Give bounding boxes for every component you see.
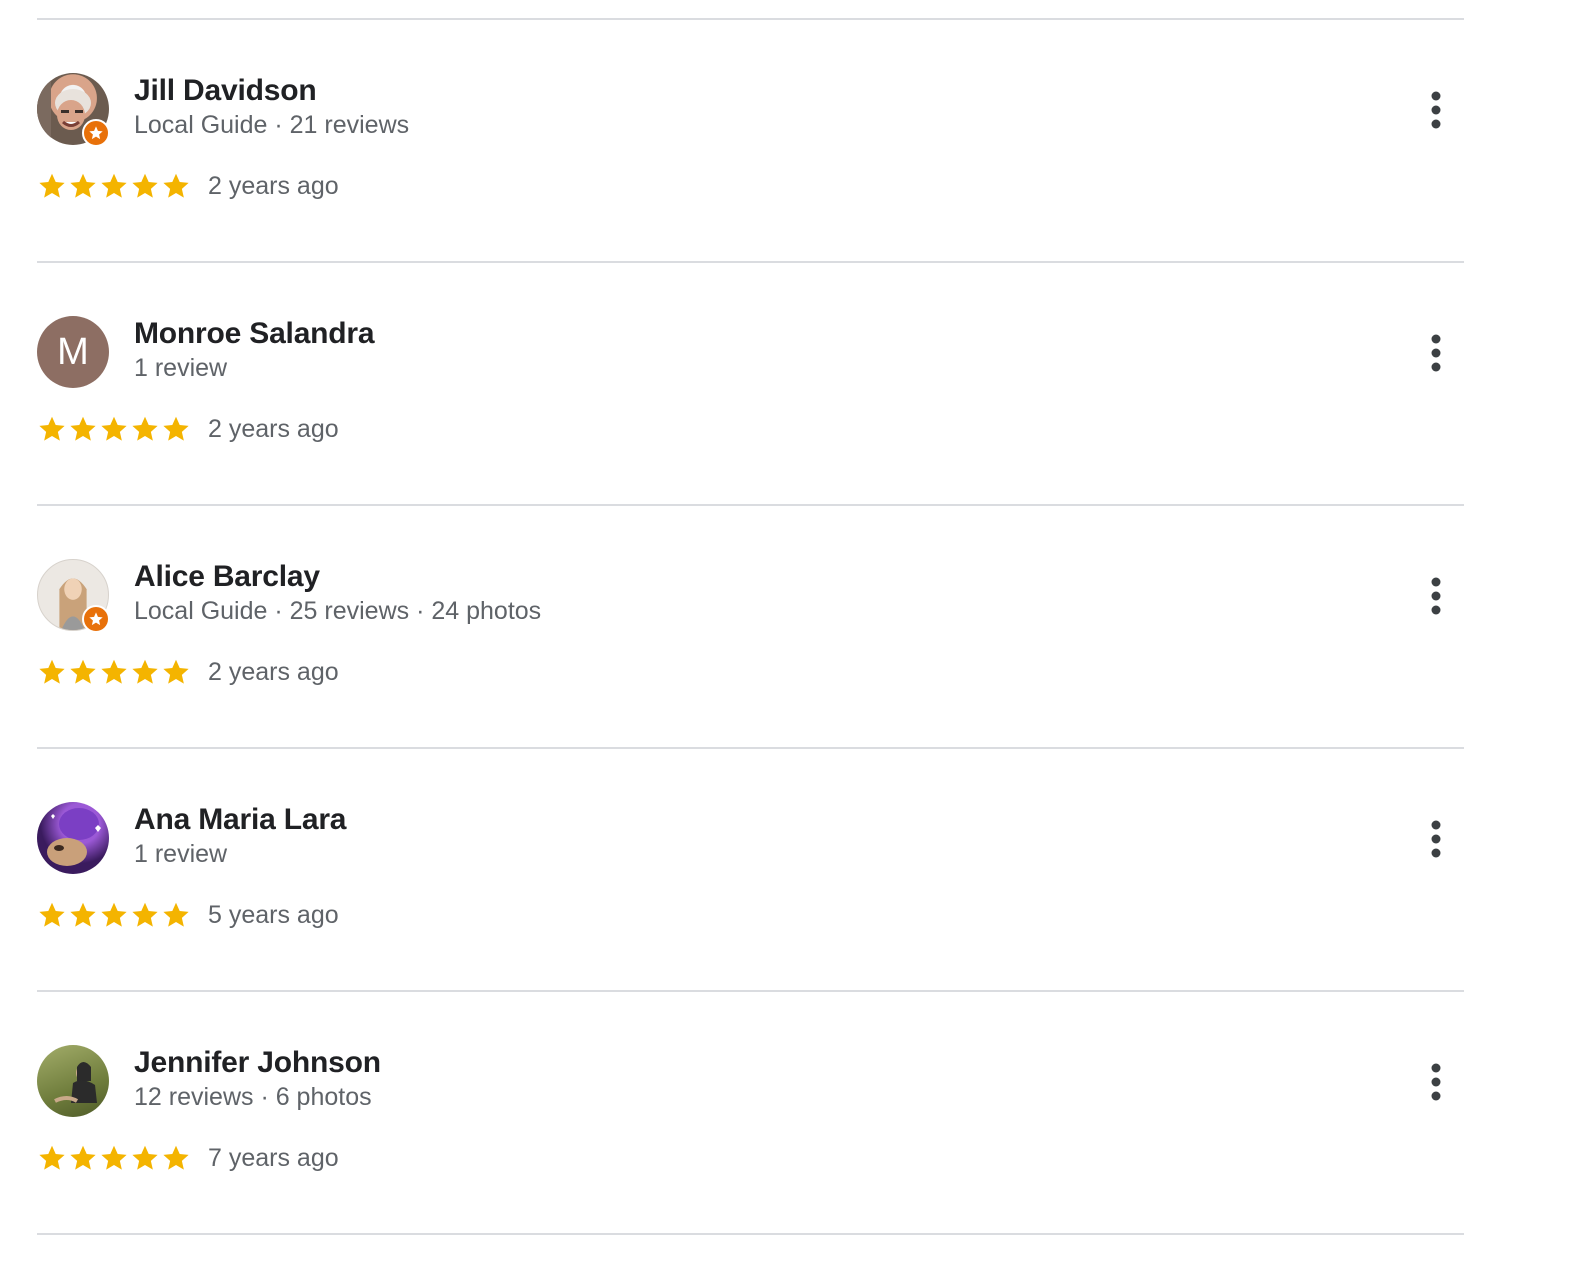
rating-row: 5 years ago <box>37 899 339 931</box>
review-time: 5 years ago <box>208 900 339 929</box>
star-icon <box>163 659 189 684</box>
rating-row: 7 years ago <box>37 1142 339 1174</box>
star-icon <box>132 416 158 441</box>
reviewer-name[interactable]: Jennifer Johnson <box>134 1046 381 1080</box>
more-options-button[interactable] <box>1418 86 1454 134</box>
review-item: Jennifer Johnson 12 reviews · 6 photos 7… <box>37 992 1464 1233</box>
more-options-button[interactable] <box>1418 815 1454 863</box>
star-icon <box>132 173 158 198</box>
avatar-link[interactable] <box>37 559 110 633</box>
more-options-button[interactable] <box>1418 572 1454 620</box>
star-icon <box>39 902 65 927</box>
avatar-letter: M <box>57 330 89 373</box>
star-rating <box>37 1143 191 1173</box>
star-icon <box>132 659 158 684</box>
star-icon <box>70 416 96 441</box>
star-icon <box>39 416 65 441</box>
reviewer-meta[interactable]: Local Guide · 21 reviews <box>134 111 409 140</box>
star-icon <box>163 173 189 198</box>
avatar <box>37 802 109 874</box>
star-icon <box>132 902 158 927</box>
rating-row: 2 years ago <box>37 413 339 445</box>
reviewer-meta[interactable]: 1 review <box>134 840 227 869</box>
star-icon <box>39 173 65 198</box>
user-photo-icon <box>47 808 101 866</box>
star-icon <box>101 659 127 684</box>
star-icon <box>163 416 189 441</box>
review-time: 7 years ago <box>208 1143 339 1172</box>
local-guide-badge-icon <box>82 605 110 633</box>
avatar-link[interactable] <box>37 73 110 147</box>
star-rating <box>37 414 191 444</box>
review-item: M Monroe Salandra 1 review 2 years ago <box>37 263 1464 504</box>
more-vert-icon <box>1431 820 1441 858</box>
more-options-button[interactable] <box>1418 329 1454 377</box>
star-icon <box>70 659 96 684</box>
reviewer-meta[interactable]: Local Guide · 25 reviews · 24 photos <box>134 597 541 626</box>
reviewer-name[interactable]: Jill Davidson <box>134 74 317 108</box>
avatar-link[interactable]: M <box>37 316 109 388</box>
star-icon <box>132 1145 158 1170</box>
review-time: 2 years ago <box>208 414 339 443</box>
review-time: 2 years ago <box>208 657 339 686</box>
reviewer-name[interactable]: Ana Maria Lara <box>134 803 346 837</box>
rating-row: 2 years ago <box>37 656 339 688</box>
divider <box>37 1233 1464 1235</box>
star-icon <box>70 1145 96 1170</box>
star-icon <box>70 173 96 198</box>
star-icon <box>101 173 127 198</box>
star-icon <box>163 1145 189 1170</box>
rating-row: 2 years ago <box>37 170 339 202</box>
avatar-link[interactable] <box>37 1045 109 1117</box>
review-item: Alice Barclay Local Guide · 25 reviews ·… <box>37 506 1464 747</box>
review-list: Jill Davidson Local Guide · 21 reviews 2… <box>37 18 1464 1235</box>
reviewer-meta[interactable]: 1 review <box>134 354 227 383</box>
more-vert-icon <box>1431 91 1441 129</box>
star-rating <box>37 657 191 687</box>
review-item: Jill Davidson Local Guide · 21 reviews 2… <box>37 20 1464 261</box>
star-icon <box>101 1145 127 1170</box>
review-item: Ana Maria Lara 1 review 5 years ago <box>37 749 1464 990</box>
review-time: 2 years ago <box>208 171 339 200</box>
star-icon <box>39 659 65 684</box>
star-icon <box>70 902 96 927</box>
star-rating <box>37 171 191 201</box>
star-icon <box>39 1145 65 1170</box>
avatar-link[interactable] <box>37 802 109 874</box>
star-icon <box>163 902 189 927</box>
more-vert-icon <box>1431 577 1441 615</box>
reviewer-name[interactable]: Monroe Salandra <box>134 317 375 351</box>
star-rating <box>37 900 191 930</box>
more-vert-icon <box>1431 1063 1441 1101</box>
star-icon <box>101 902 127 927</box>
avatar <box>37 1045 109 1117</box>
more-options-button[interactable] <box>1418 1058 1454 1106</box>
avatar: M <box>37 316 109 388</box>
user-photo-icon <box>54 1062 97 1103</box>
reviewer-meta[interactable]: 12 reviews · 6 photos <box>134 1083 372 1112</box>
reviewer-name[interactable]: Alice Barclay <box>134 560 320 594</box>
more-vert-icon <box>1431 334 1441 372</box>
local-guide-badge-icon <box>82 119 110 147</box>
star-icon <box>101 416 127 441</box>
